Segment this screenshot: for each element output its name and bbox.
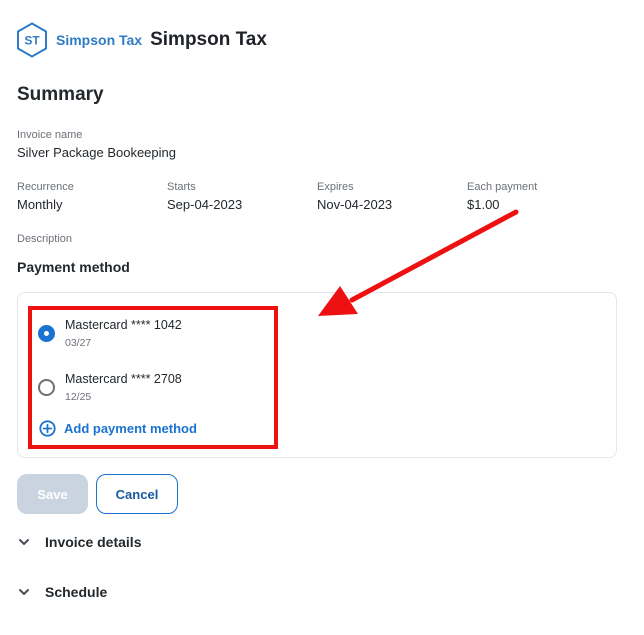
- recurrence-label: Recurrence: [17, 181, 74, 193]
- accordion-label: Schedule: [45, 584, 108, 600]
- starts-value: Sep-04-2023: [167, 197, 243, 212]
- chevron-down-icon: [19, 589, 29, 595]
- each-payment-field: Each payment $1.00: [467, 180, 537, 213]
- add-payment-method-link[interactable]: Add payment method: [39, 420, 197, 437]
- accordion-schedule[interactable]: Schedule: [17, 584, 107, 600]
- invoice-name-value: Silver Package Bookeeping: [17, 145, 176, 160]
- payment-option-2708[interactable]: Mastercard **** 2708 12/25: [38, 371, 182, 404]
- recurrence-field: Recurrence Monthly: [17, 180, 74, 213]
- starts-field: Starts Sep-04-2023: [167, 180, 242, 213]
- accordion-invoice-details[interactable]: Invoice details: [17, 534, 141, 550]
- card-expiry: 12/25: [65, 391, 92, 403]
- radio-unchecked-icon[interactable]: [38, 379, 55, 396]
- card-expiry: 03/27: [65, 337, 92, 349]
- each-payment-value: $1.00: [467, 197, 500, 212]
- plus-circle-icon: [39, 420, 56, 437]
- payment-method-card: Mastercard **** 1042 03/27 Mastercard **…: [17, 292, 617, 458]
- each-payment-label: Each payment: [467, 181, 538, 193]
- radio-checked-icon[interactable]: [38, 325, 55, 342]
- company-title: Simpson Tax: [150, 29, 267, 50]
- chevron-down-icon: [19, 539, 29, 545]
- cancel-button[interactable]: Cancel: [96, 474, 178, 514]
- payment-option-text: Mastercard **** 2708 12/25: [65, 371, 182, 404]
- card-name: Mastercard **** 1042: [65, 318, 182, 332]
- add-payment-method-label: Add payment method: [64, 421, 197, 436]
- page: ST Simpson Tax Simpson Tax Summary Invoi…: [0, 0, 644, 635]
- recurrence-value: Monthly: [17, 197, 63, 212]
- payment-option-text: Mastercard **** 1042 03/27: [65, 317, 182, 350]
- company-logo: ST Simpson Tax: [16, 22, 142, 58]
- logo-initials: ST: [24, 34, 40, 48]
- description-label: Description: [17, 233, 73, 245]
- expires-value: Nov-04-2023: [317, 197, 393, 212]
- description-field: Description: [17, 232, 72, 246]
- header: ST Simpson Tax Simpson Tax: [16, 22, 267, 58]
- accordion-label: Invoice details: [45, 534, 142, 550]
- payment-method-heading: Payment method: [17, 259, 130, 275]
- logo-text: Simpson Tax: [56, 32, 143, 48]
- payment-option-1042[interactable]: Mastercard **** 1042 03/27: [38, 317, 182, 350]
- summary-title: Summary: [17, 84, 104, 105]
- card-name: Mastercard **** 2708: [65, 372, 182, 386]
- starts-label: Starts: [167, 181, 196, 193]
- hexagon-logo-icon: ST: [17, 22, 47, 58]
- invoice-name-field: Invoice name Silver Package Bookeeping: [17, 128, 176, 161]
- expires-label: Expires: [317, 181, 354, 193]
- save-button[interactable]: Save: [17, 474, 88, 514]
- expires-field: Expires Nov-04-2023: [317, 180, 392, 213]
- invoice-name-label: Invoice name: [17, 129, 83, 141]
